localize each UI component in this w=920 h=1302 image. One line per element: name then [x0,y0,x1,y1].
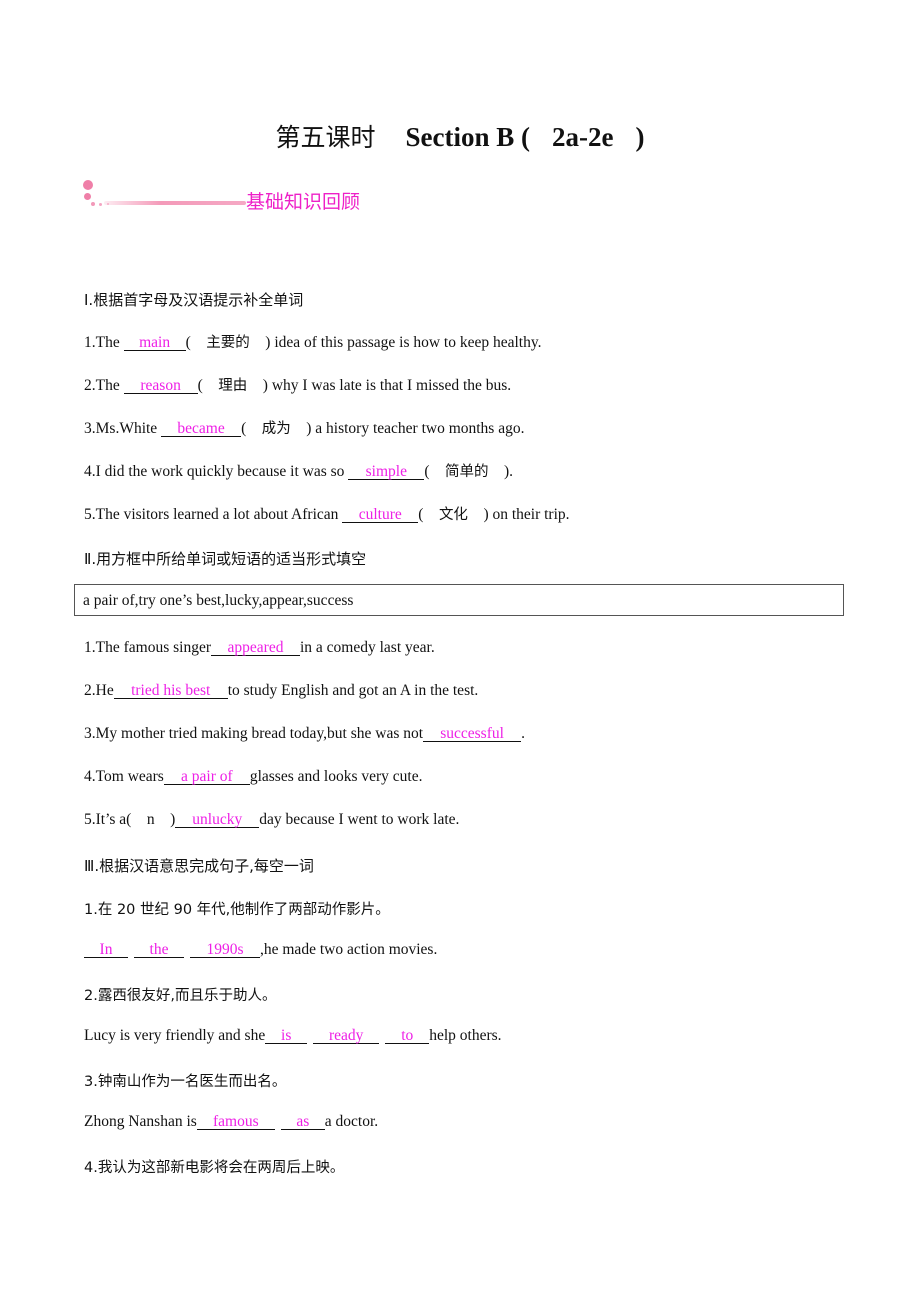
part3-chinese: 2.露西很友好,而且乐于助人。 [84,988,277,1004]
part3-heading: Ⅲ.根据汉语意思完成句子,每空一词 [84,857,314,875]
section-close: ) [635,122,645,152]
answer-blank[interactable]: reason [123,378,198,394]
part3-item: Lucy is very friendly and she is ready to he… [84,1027,502,1044]
section-banner: 基础知识回顾 [82,180,402,216]
answer-blank[interactable]: unlucky [175,812,260,828]
part2-item: 1.The famous singer appeared in a comedy l… [84,639,435,656]
part2-item: 2.He tried his best to study English and g… [84,682,479,699]
part1-item: 3.Ms.White became( 成为 ) a history teache… [84,420,525,437]
answer-blank[interactable]: appeared [210,640,300,656]
part1-item: 2.The reason( 理由 ) why I was late is tha… [84,377,512,394]
banner-dot-icon [84,193,91,200]
banner-dot-icon [83,180,93,190]
hint: 文化 [438,507,468,523]
word-box: a pair of,try one’s best,lucky,appear,su… [74,584,844,616]
answer-blank[interactable]: to [385,1028,430,1044]
banner-line [104,201,246,205]
section-range: 2a-2e [552,122,614,152]
answer-blank[interactable]: In [84,942,128,958]
section-label: Section B ( [405,122,531,152]
hint: 简单的 [444,464,489,480]
part3-chinese: 4.我认为这部新电影将会在两周后上映。 [84,1160,345,1176]
answer-blank[interactable]: tried his best [113,683,228,699]
part2-item: 5.It’s a( n ) unlucky day because I went t… [84,811,460,828]
answer-blank[interactable]: main [123,335,186,351]
answer-blank[interactable]: ready [313,1028,380,1044]
page-title: 第五课时 Section B ( 2a-2e) [0,118,920,154]
hint: 理由 [218,378,248,394]
part3-chinese: 3.钟南山作为一名医生而出名。 [84,1074,287,1090]
answer-blank[interactable]: famous [196,1114,275,1130]
answer-blank[interactable]: as [280,1114,325,1130]
banner-dot-icon [99,203,102,206]
answer-blank[interactable]: is [265,1028,308,1044]
hint: 成为 [261,421,291,437]
part1-heading: Ⅰ.根据首字母及汉语提示补全单词 [84,291,304,309]
part2-item: 4.Tom wears a pair of glasses and looks ve… [84,768,423,785]
lesson-number: 第五课时 [275,123,376,152]
answer-blank[interactable]: a pair of [163,769,250,785]
part1-item: 4.I did the work quickly because it was … [84,463,514,480]
part2-heading: Ⅱ.用方框中所给单词或短语的适当形式填空 [84,550,367,568]
part3-item: Zhong Nanshan is famous as a doctor. [84,1113,379,1130]
part2-item: 3.My mother tried making bread today,but… [84,725,525,742]
answer-blank[interactable]: successful [423,726,522,742]
answer-blank[interactable]: became [161,421,242,437]
answer-blank[interactable]: culture [342,507,419,523]
part3-item: In the 1990s ,he made two action movies. [84,941,437,959]
banner-label: 基础知识回顾 [246,191,361,213]
answer-blank[interactable]: the [134,942,184,958]
part1-item: 5.The visitors learned a lot about Afric… [84,506,570,523]
part3-chinese: 1.在 20 世纪 90 年代,他制作了两部动作影片。 [84,902,390,918]
banner-dot-icon [91,202,95,206]
answer-blank[interactable]: 1990s [190,942,260,958]
part1-item: 1.The main( 主要的 ) idea of this passage i… [84,334,542,351]
hint: 主要的 [206,335,250,351]
word-box-text: a pair of,try one’s best,lucky,appear,su… [83,592,354,609]
answer-blank[interactable]: simple [348,464,425,480]
